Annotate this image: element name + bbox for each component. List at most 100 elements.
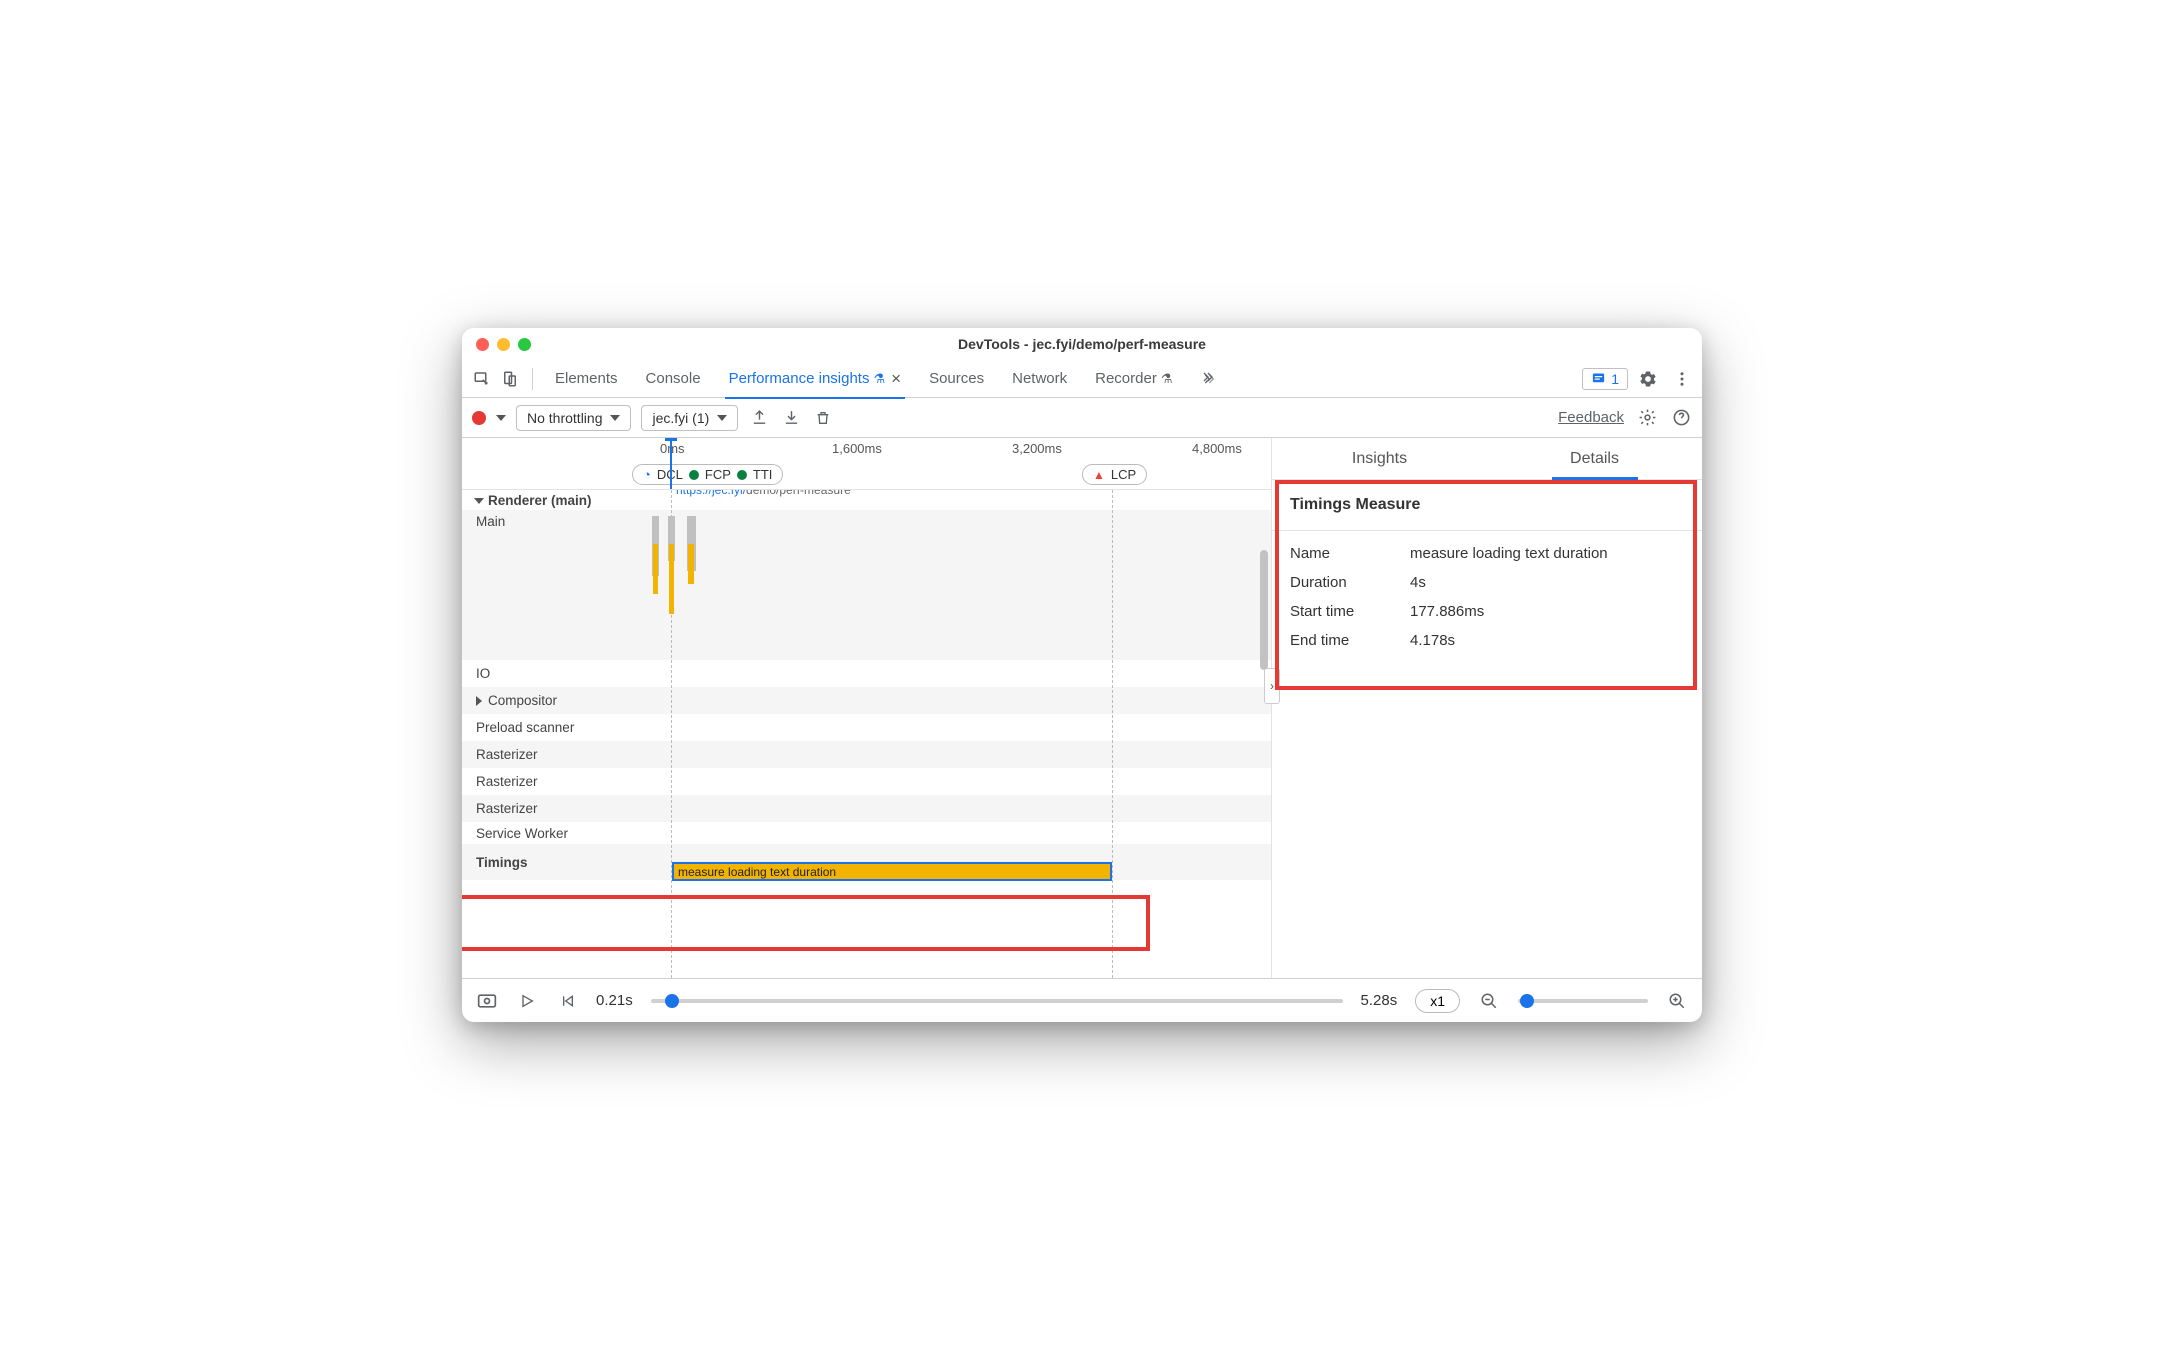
details-panel: › Insights Details Timings Measure Name …	[1272, 438, 1702, 978]
chevron-down-icon	[717, 415, 727, 421]
panel-settings-icon[interactable]	[1636, 407, 1658, 429]
issues-button[interactable]: 1	[1582, 368, 1628, 390]
highlight-annotation	[462, 895, 1150, 951]
tab-sources[interactable]: Sources	[915, 360, 998, 398]
timeline-start-label: 0.21s	[596, 992, 633, 1009]
experiment-icon: ⚗︎	[1161, 371, 1173, 387]
details-value: measure loading text duration	[1410, 545, 1684, 562]
time-ruler[interactable]: 0ms 1,600ms 3,200ms 4,800ms ◔ DCL FCP TT…	[462, 438, 1271, 490]
feedback-link[interactable]: Feedback	[1558, 409, 1624, 426]
track-preload-label: Preload scanner	[462, 720, 652, 735]
device-toggle-icon[interactable]	[496, 365, 524, 393]
details-key: Start time	[1290, 603, 1410, 620]
details-row-start: Start time 177.886ms	[1272, 597, 1702, 626]
timeline-end-label: 5.28s	[1361, 992, 1398, 1009]
throttling-value: No throttling	[527, 410, 602, 426]
tab-insights[interactable]: Insights	[1272, 438, 1487, 479]
play-icon[interactable]	[516, 990, 538, 1012]
window-title: DevTools - jec.fyi/demo/perf-measure	[462, 336, 1702, 352]
panel-tabstrip: Elements Console Performance insights ⚗︎…	[462, 360, 1702, 398]
details-key: End time	[1290, 632, 1410, 649]
fcp-label: FCP	[705, 467, 731, 482]
chevron-down-icon	[610, 415, 620, 421]
playback-footer: 0.21s 5.28s x1	[462, 978, 1702, 1022]
playhead[interactable]	[670, 438, 672, 489]
timings-bar-label: measure loading text duration	[678, 865, 836, 879]
help-icon[interactable]	[1670, 407, 1692, 429]
delete-icon[interactable]	[812, 407, 834, 429]
ruler-tick: 3,200ms	[1012, 441, 1062, 456]
timeline-panel[interactable]: 0ms 1,600ms 3,200ms 4,800ms ◔ DCL FCP TT…	[462, 438, 1272, 978]
experiment-icon: ⚗︎	[873, 371, 885, 387]
details-row-name: Name measure loading text duration	[1272, 539, 1702, 568]
side-tabs: Insights Details	[1272, 438, 1702, 480]
tab-performance-insights[interactable]: Performance insights ⚗︎ ×	[715, 360, 916, 398]
close-window-button[interactable]	[476, 338, 489, 351]
warning-icon: ▲	[1093, 468, 1105, 482]
content-area: 0ms 1,600ms 3,200ms 4,800ms ◔ DCL FCP TT…	[462, 438, 1702, 978]
zoom-window-button[interactable]	[518, 338, 531, 351]
kebab-menu-icon[interactable]	[1668, 365, 1696, 393]
preview-toggle-icon[interactable]	[476, 990, 498, 1012]
record-button[interactable]	[472, 411, 486, 425]
track-rasterizer-label-3: Rasterizer	[462, 801, 652, 816]
zoom-out-icon[interactable]	[1478, 990, 1500, 1012]
more-tabs-icon[interactable]	[1194, 365, 1222, 393]
track-rasterizer-label: Rasterizer	[462, 747, 652, 762]
tti-label: TTI	[753, 467, 773, 482]
tab-elements[interactable]: Elements	[541, 360, 632, 398]
tab-network[interactable]: Network	[998, 360, 1081, 398]
marker-dot-icon	[689, 470, 699, 480]
perf-toolbar: No throttling jec.fyi (1) Feedback	[462, 398, 1702, 438]
settings-icon[interactable]	[1634, 365, 1662, 393]
timeline-slider[interactable]	[651, 999, 1343, 1003]
track-main-label: Main	[462, 514, 652, 529]
tracks-area[interactable]: Renderer (main) https://jec.fyi/demo/per…	[462, 490, 1271, 978]
minimize-window-button[interactable]	[497, 338, 510, 351]
slider-thumb[interactable]	[1520, 994, 1534, 1008]
marker-dot-icon	[737, 470, 747, 480]
inspect-element-icon[interactable]	[468, 365, 496, 393]
tab-label: Recorder	[1095, 370, 1157, 387]
details-value: 4.178s	[1410, 632, 1684, 649]
timing-markers-pill[interactable]: ◔ DCL FCP TTI	[632, 464, 783, 485]
close-tab-icon[interactable]: ×	[891, 369, 901, 389]
url-text: https://jec.fyi/demo/perf-measure	[676, 490, 851, 497]
details-row-end: End time 4.178s	[1272, 626, 1702, 655]
scrollbar-thumb[interactable]	[1260, 550, 1268, 670]
profile-value: jec.fyi (1)	[652, 410, 709, 426]
tab-recorder[interactable]: Recorder ⚗︎	[1081, 360, 1186, 398]
ruler-tick: 4,800ms	[1192, 441, 1242, 456]
track-service-worker-label: Service Worker	[462, 826, 652, 841]
rewind-icon[interactable]	[556, 990, 578, 1012]
track-renderer-label: Renderer (main)	[462, 493, 652, 508]
details-key: Duration	[1290, 574, 1410, 591]
window-controls	[476, 338, 531, 351]
record-options-caret[interactable]	[496, 415, 506, 421]
import-icon[interactable]	[780, 407, 802, 429]
track-io-label: IO	[462, 666, 652, 681]
slider-thumb[interactable]	[665, 994, 679, 1008]
profile-select[interactable]: jec.fyi (1)	[641, 405, 738, 431]
ruler-tick: 1,600ms	[832, 441, 882, 456]
zoom-slider[interactable]	[1518, 999, 1648, 1003]
issues-count: 1	[1611, 371, 1619, 387]
details-value: 177.886ms	[1410, 603, 1684, 620]
ruler-tick: 0ms	[660, 441, 685, 456]
details-row-duration: Duration 4s	[1272, 568, 1702, 597]
panel-expand-handle[interactable]: ›	[1264, 668, 1280, 704]
lcp-marker-pill[interactable]: ▲ LCP	[1082, 464, 1147, 485]
tab-console[interactable]: Console	[632, 360, 715, 398]
tab-label: Performance insights	[729, 370, 870, 387]
playback-speed-button[interactable]: x1	[1415, 989, 1460, 1013]
details-body: Timings Measure Name measure loading tex…	[1272, 480, 1702, 655]
throttling-select[interactable]: No throttling	[516, 405, 631, 431]
track-rasterizer-label-2: Rasterizer	[462, 774, 652, 789]
lcp-label: LCP	[1111, 467, 1136, 482]
zoom-in-icon[interactable]	[1666, 990, 1688, 1012]
details-value: 4s	[1410, 574, 1684, 591]
track-compositor-label[interactable]: Compositor	[462, 693, 652, 708]
timings-measure-bar[interactable]: measure loading text duration	[672, 862, 1112, 881]
tab-details[interactable]: Details	[1487, 438, 1702, 479]
export-icon[interactable]	[748, 407, 770, 429]
